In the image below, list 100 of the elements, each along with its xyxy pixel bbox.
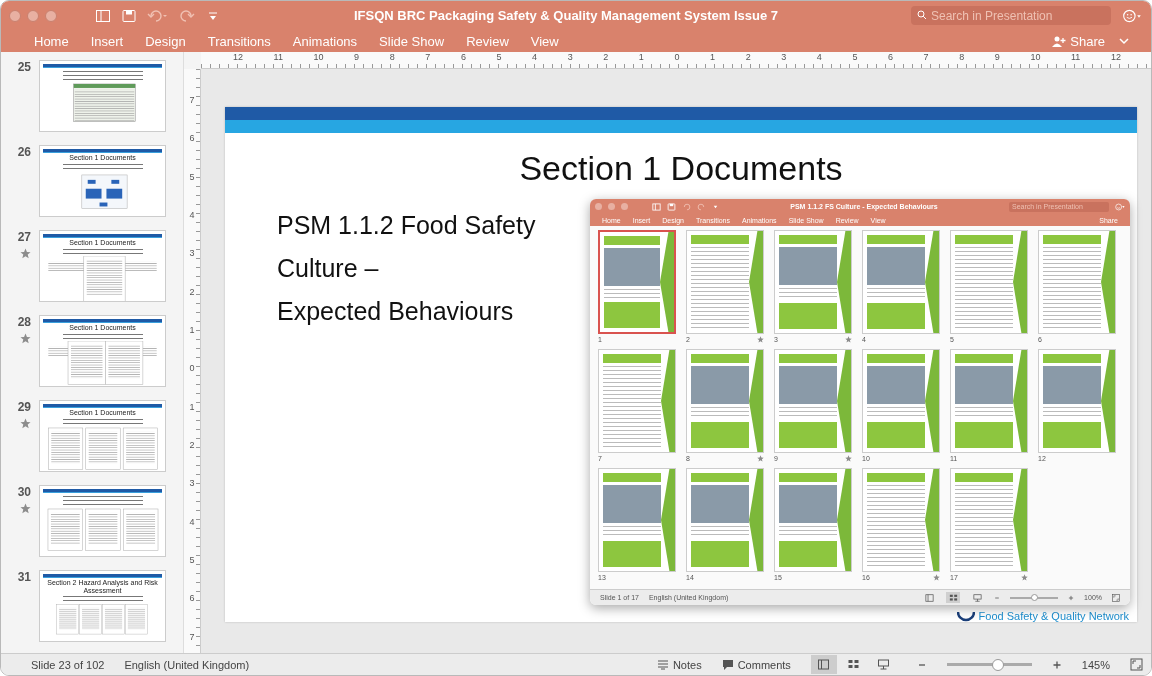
minimize-button[interactable] bbox=[608, 203, 615, 210]
logo-icon bbox=[956, 610, 975, 622]
minimize-button[interactable] bbox=[27, 9, 39, 22]
slide-title: Section 1 Documents bbox=[518, 149, 844, 188]
smiley-icon[interactable] bbox=[1121, 8, 1143, 23]
ribbon-tab[interactable]: Design bbox=[134, 30, 197, 52]
title-bar-drawing bbox=[867, 235, 925, 244]
ribbon-tab[interactable]: Home bbox=[23, 30, 80, 52]
fit-to-window-icon[interactable] bbox=[1112, 593, 1120, 602]
title-bar-drawing bbox=[1043, 235, 1101, 244]
zoom-out-icon[interactable] bbox=[994, 594, 1001, 601]
slide-number: 28 bbox=[17, 315, 31, 329]
slide-body-text: Culture – bbox=[277, 253, 380, 284]
slide-number: 27 bbox=[17, 230, 31, 244]
photo-placeholder bbox=[691, 366, 749, 404]
caption-panel bbox=[603, 541, 661, 567]
undo-icon[interactable] bbox=[682, 202, 691, 211]
ribbon-tab[interactable]: Slide Show bbox=[368, 30, 456, 52]
caption-panel bbox=[779, 303, 837, 329]
view-button[interactable] bbox=[810, 655, 837, 674]
photo-placeholder bbox=[867, 247, 925, 285]
caption-panel bbox=[604, 302, 660, 328]
slide-number: 29 bbox=[17, 400, 31, 414]
text-lines-drawing bbox=[867, 288, 925, 300]
ruler-number: 0 bbox=[674, 52, 680, 63]
ruler-number: 3 bbox=[781, 52, 787, 63]
ruler-number: 3 bbox=[567, 52, 573, 63]
ruler-number: 5 bbox=[189, 555, 195, 567]
photo-placeholder bbox=[603, 485, 661, 523]
slider-thumb[interactable] bbox=[1031, 594, 1039, 601]
text-lines-drawing bbox=[779, 288, 837, 300]
ribbon-tab[interactable]: Review bbox=[455, 30, 520, 52]
photo-placeholder bbox=[779, 485, 837, 523]
caption-panel bbox=[779, 541, 837, 567]
title-bar-drawing bbox=[603, 473, 661, 482]
caption-panel bbox=[779, 422, 837, 448]
photo-placeholder bbox=[1043, 366, 1101, 404]
undo-icon[interactable] bbox=[147, 8, 169, 23]
smiley-icon[interactable] bbox=[1115, 202, 1125, 211]
ruler-number: 1 bbox=[710, 52, 716, 63]
ruler-number: 1 bbox=[189, 325, 195, 337]
ruler-number: 9 bbox=[994, 52, 1000, 63]
logo-text: Food Safety & Quality Network bbox=[978, 610, 1129, 622]
close-button[interactable] bbox=[9, 9, 21, 22]
ribbon-tab[interactable]: Transitions bbox=[196, 30, 282, 52]
caption-panel bbox=[867, 303, 925, 329]
text-lines-drawing bbox=[691, 526, 749, 538]
zoom-level: 145% bbox=[1081, 658, 1110, 671]
ribbon-tab[interactable]: View bbox=[519, 30, 570, 52]
title-bar-drawing bbox=[779, 473, 837, 482]
search-field[interactable]: Search in Presentation bbox=[911, 6, 1111, 25]
redo-icon[interactable] bbox=[697, 202, 706, 211]
slide-number: 30 bbox=[17, 485, 31, 499]
ruler-number: 6 bbox=[460, 52, 466, 63]
view-button[interactable] bbox=[970, 592, 985, 603]
caret-icon[interactable] bbox=[712, 203, 719, 210]
slide-number: 31 bbox=[17, 570, 31, 584]
ribbon-tab[interactable]: Animations bbox=[281, 30, 369, 52]
title-bar-drawing bbox=[867, 473, 925, 482]
zoom-button[interactable] bbox=[45, 9, 57, 22]
slide-thumbnail[interactable] bbox=[39, 485, 166, 557]
ribbon-tab[interactable]: Insert bbox=[79, 30, 135, 52]
slider-thumb[interactable] bbox=[991, 658, 1004, 671]
zoom-button[interactable] bbox=[621, 203, 628, 210]
text-lines-drawing bbox=[955, 407, 1013, 419]
title-bar-drawing bbox=[691, 235, 749, 244]
ruler-number: 5 bbox=[189, 171, 195, 183]
grid-view-icon bbox=[948, 593, 958, 602]
slide-thumbnail[interactable] bbox=[39, 60, 166, 132]
normal-view-icon bbox=[924, 593, 934, 602]
add-person-icon bbox=[1052, 35, 1067, 47]
chevron-down-icon[interactable] bbox=[1117, 36, 1131, 46]
share-button[interactable]: Share bbox=[1052, 33, 1105, 49]
ruler-number: 2 bbox=[189, 440, 195, 452]
close-button[interactable] bbox=[595, 203, 602, 210]
sidebar-icon[interactable] bbox=[95, 8, 111, 23]
ruler-number: 7 bbox=[189, 631, 195, 643]
save-icon[interactable] bbox=[121, 8, 137, 23]
title-bar-drawing bbox=[1043, 354, 1101, 363]
ruler-number: 5 bbox=[496, 52, 502, 63]
title-bar-drawing bbox=[955, 354, 1013, 363]
ruler-number: 7 bbox=[425, 52, 431, 63]
caption-panel bbox=[955, 422, 1013, 448]
save-icon[interactable] bbox=[667, 202, 676, 211]
ruler-number: 3 bbox=[189, 478, 195, 490]
zoom-in-icon[interactable] bbox=[1051, 659, 1062, 670]
sidebar-icon[interactable] bbox=[652, 202, 661, 211]
fit-to-window-icon[interactable] bbox=[1130, 658, 1143, 671]
ruler-number: 6 bbox=[189, 593, 195, 605]
photo-placeholder bbox=[867, 366, 925, 404]
notes-button[interactable]: Notes bbox=[656, 658, 702, 671]
photo-placeholder bbox=[691, 485, 749, 523]
photo-placeholder bbox=[955, 366, 1013, 404]
ruler-number: 11 bbox=[1071, 52, 1081, 63]
redo-icon[interactable] bbox=[179, 8, 195, 23]
view-button[interactable] bbox=[946, 592, 961, 603]
view-button[interactable] bbox=[922, 592, 937, 603]
comments-button[interactable]: Comments bbox=[721, 658, 791, 671]
comment-icon bbox=[721, 659, 734, 670]
zoom-in-icon[interactable] bbox=[1068, 594, 1075, 601]
